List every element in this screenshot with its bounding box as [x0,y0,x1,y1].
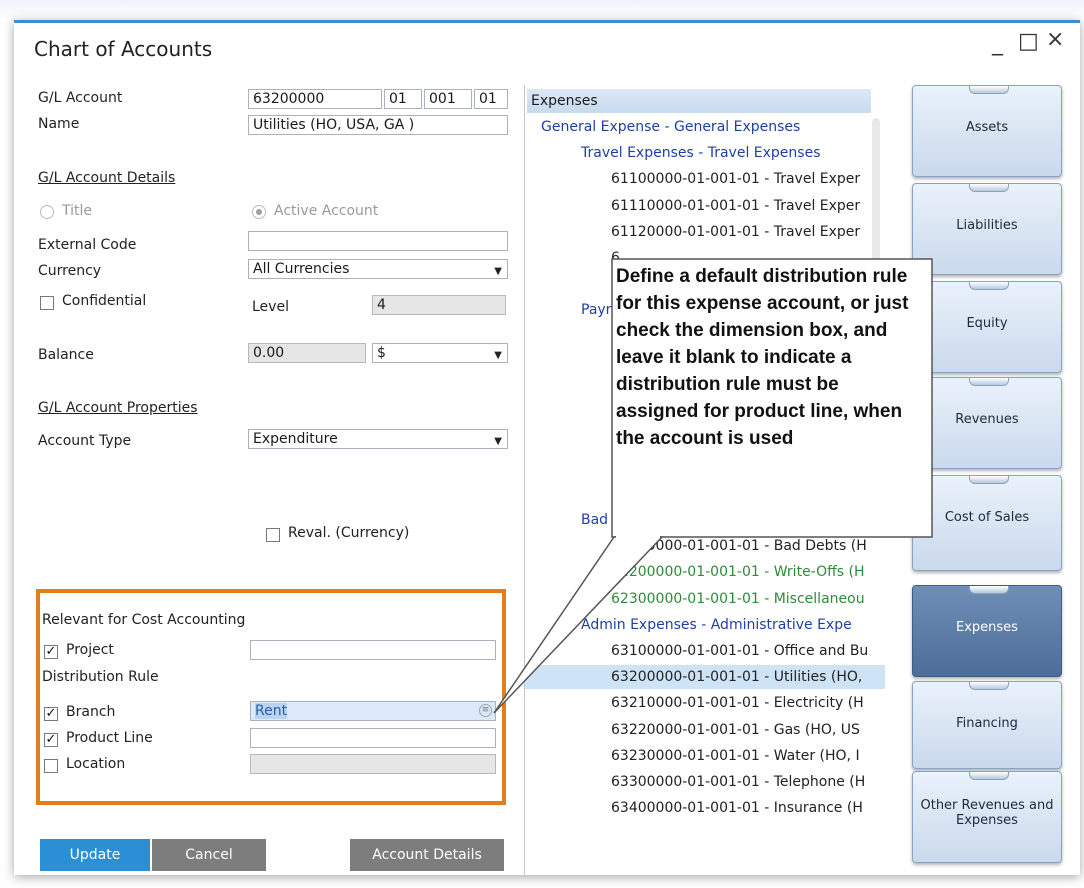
callout-pointer [493,536,664,714]
chart-of-accounts-window: Chart of Accounts _ □ × G/L Account 6320… [14,20,1080,875]
window-top-strip [0,0,1084,20]
callout-text: Define a default distribution rule for t… [616,266,909,449]
